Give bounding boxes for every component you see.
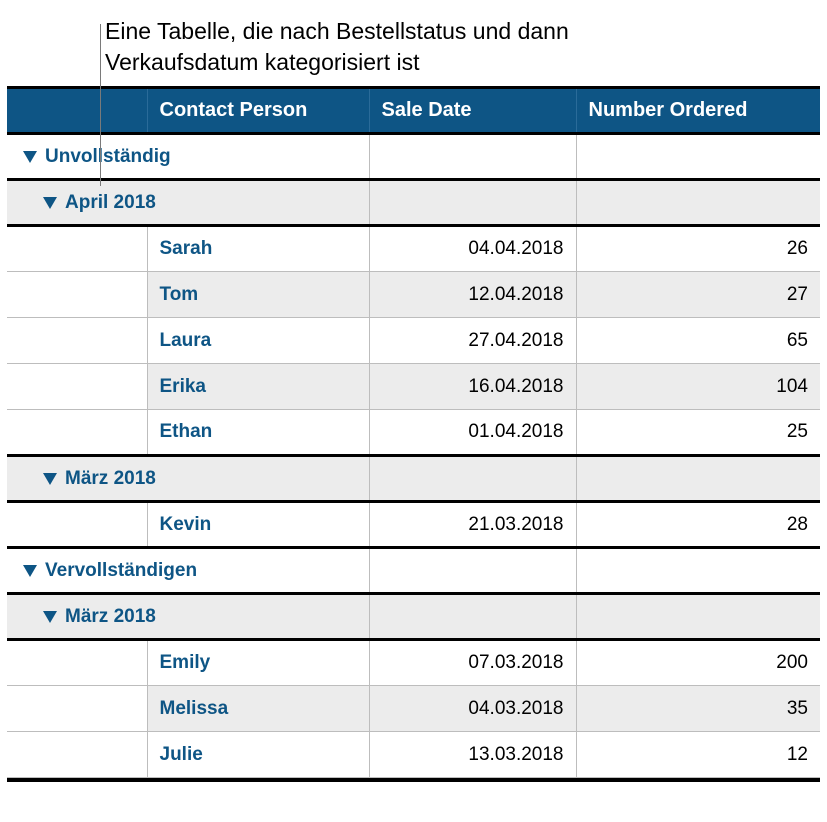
cell-sale-date[interactable]: 12.04.2018 [369,272,576,318]
table-row[interactable]: Tom12.04.201827 [7,272,820,318]
group-row-level-2[interactable]: März 2018 [7,594,820,640]
cell-contact-person[interactable]: Sarah [147,226,369,272]
cell-number-ordered[interactable]: 200 [576,640,820,686]
table-row[interactable]: Emily07.03.2018200 [7,640,820,686]
cell-sale-date[interactable]: 04.04.2018 [369,226,576,272]
empty-cell [576,180,820,226]
disclosure-triangle-icon[interactable] [43,611,57,623]
cell-number-ordered[interactable]: 27 [576,272,820,318]
cell-contact-person[interactable]: Ethan [147,410,369,456]
group-row-level-2[interactable]: April 2018 [7,180,820,226]
disclosure-triangle-icon[interactable] [43,197,57,209]
empty-cell [576,134,820,180]
cell-contact-person[interactable]: Kevin [147,502,369,548]
indent-cell [7,226,147,272]
indent-cell [7,364,147,410]
caption-text: Eine Tabelle, die nach Bestellstatus und… [105,16,625,78]
cell-contact-person[interactable]: Emily [147,640,369,686]
table-row[interactable]: Melissa04.03.201835 [7,686,820,732]
indent-cell [7,732,147,778]
indent-cell [7,410,147,456]
table-row[interactable]: Kevin21.03.201828 [7,502,820,548]
column-header-number-ordered[interactable]: Number Ordered [576,89,820,134]
empty-cell [369,456,576,502]
cell-sale-date[interactable]: 07.03.2018 [369,640,576,686]
column-header-contact-person[interactable]: Contact Person [147,89,369,134]
table-row[interactable]: Laura27.04.201865 [7,318,820,364]
group-row-level-1[interactable]: Vervollständigen [7,548,820,594]
cell-sale-date[interactable]: 27.04.2018 [369,318,576,364]
indent-cell [7,502,147,548]
table-header-row: Contact Person Sale Date Number Ordered [7,89,820,134]
empty-cell [369,180,576,226]
disclosure-triangle-icon[interactable] [23,565,37,577]
table-row[interactable]: Ethan01.04.201825 [7,410,820,456]
group-label: Unvollständig [45,146,171,167]
cell-number-ordered[interactable]: 26 [576,226,820,272]
cell-number-ordered[interactable]: 104 [576,364,820,410]
indent-cell [7,640,147,686]
group-label: Vervollständigen [45,560,197,581]
cell-number-ordered[interactable]: 12 [576,732,820,778]
column-header-blank[interactable] [7,89,147,134]
cell-contact-person[interactable]: Laura [147,318,369,364]
table-row[interactable]: Sarah04.04.201826 [7,226,820,272]
cell-number-ordered[interactable]: 65 [576,318,820,364]
cell-sale-date[interactable]: 21.03.2018 [369,502,576,548]
cell-contact-person[interactable]: Erika [147,364,369,410]
cell-contact-person[interactable]: Melissa [147,686,369,732]
table-row[interactable]: Julie13.03.201812 [7,732,820,778]
subgroup-label: April 2018 [65,192,156,213]
indent-cell [7,686,147,732]
disclosure-triangle-icon[interactable] [43,473,57,485]
grouped-table: Contact Person Sale Date Number Ordered … [7,86,820,782]
empty-cell [576,548,820,594]
empty-cell [369,134,576,180]
cell-number-ordered[interactable]: 25 [576,410,820,456]
indent-cell [7,318,147,364]
empty-cell [369,548,576,594]
cell-sale-date[interactable]: 01.04.2018 [369,410,576,456]
empty-cell [576,456,820,502]
empty-cell [369,594,576,640]
cell-contact-person[interactable]: Tom [147,272,369,318]
group-row-level-1[interactable]: Unvollständig [7,134,820,180]
indent-cell [7,272,147,318]
cell-sale-date[interactable]: 04.03.2018 [369,686,576,732]
disclosure-triangle-icon[interactable] [23,151,37,163]
subgroup-label: März 2018 [65,606,156,627]
cell-contact-person[interactable]: Julie [147,732,369,778]
cell-sale-date[interactable]: 16.04.2018 [369,364,576,410]
cell-number-ordered[interactable]: 35 [576,686,820,732]
group-row-level-2[interactable]: März 2018 [7,456,820,502]
cell-sale-date[interactable]: 13.03.2018 [369,732,576,778]
cell-number-ordered[interactable]: 28 [576,502,820,548]
callout-leader-line [100,24,101,186]
table-row[interactable]: Erika16.04.2018104 [7,364,820,410]
empty-cell [576,594,820,640]
subgroup-label: März 2018 [65,468,156,489]
column-header-sale-date[interactable]: Sale Date [369,89,576,134]
